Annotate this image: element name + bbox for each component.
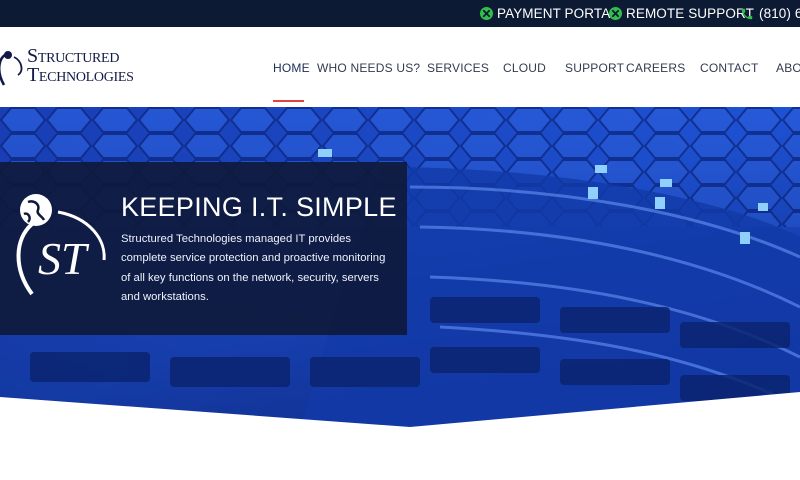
st-logo-mark bbox=[0, 51, 23, 86]
check-icon bbox=[609, 7, 622, 20]
remote-support-label: REMOTE SUPPORT bbox=[626, 6, 754, 21]
payment-portal-label: PAYMENT PORTAL bbox=[497, 6, 618, 21]
top-bar: PAYMENT PORTAL REMOTE SUPPORT (810) 65 bbox=[0, 0, 800, 27]
phone-link[interactable]: (810) 65 bbox=[740, 0, 800, 27]
nav-support[interactable]: SUPPORT bbox=[565, 61, 624, 75]
hero-description: Structured Technologies managed IT provi… bbox=[121, 233, 386, 303]
hero-banner: ST KEEPING I.T. SIMPLE Structured Techno… bbox=[0, 107, 800, 427]
nav-contact[interactable]: CONTACT bbox=[700, 61, 759, 75]
logo-wordmark: Structured Technologies bbox=[27, 46, 134, 86]
check-icon bbox=[480, 7, 493, 20]
phone-number: (810) 65 bbox=[759, 6, 800, 21]
remote-support-link[interactable]: REMOTE SUPPORT bbox=[609, 0, 754, 27]
site-header: Structured Technologies HOME WHO NEEDS U… bbox=[0, 27, 800, 107]
payment-portal-link[interactable]: PAYMENT PORTAL bbox=[480, 0, 618, 27]
nav-careers[interactable]: CAREERS bbox=[626, 61, 685, 75]
logo-line-2: Technologies bbox=[27, 64, 134, 86]
nav-cloud[interactable]: CLOUD bbox=[503, 61, 546, 75]
st-mark-text: ST bbox=[38, 233, 90, 284]
nav-about[interactable]: ABOU bbox=[776, 61, 800, 75]
nav-active-underline bbox=[273, 100, 304, 102]
hero-overlay-panel: ST KEEPING I.T. SIMPLE Structured Techno… bbox=[0, 162, 407, 335]
phone-icon bbox=[741, 8, 753, 19]
nav-services[interactable]: SERVICES bbox=[427, 61, 489, 75]
nav-home[interactable]: HOME bbox=[273, 61, 310, 75]
st-globe-logo: ST bbox=[16, 194, 106, 296]
hero-title: KEEPING I.T. SIMPLE bbox=[121, 192, 397, 222]
site-logo[interactable]: Structured Technologies bbox=[0, 45, 164, 93]
nav-who-needs-us[interactable]: WHO NEEDS US? bbox=[317, 61, 420, 75]
